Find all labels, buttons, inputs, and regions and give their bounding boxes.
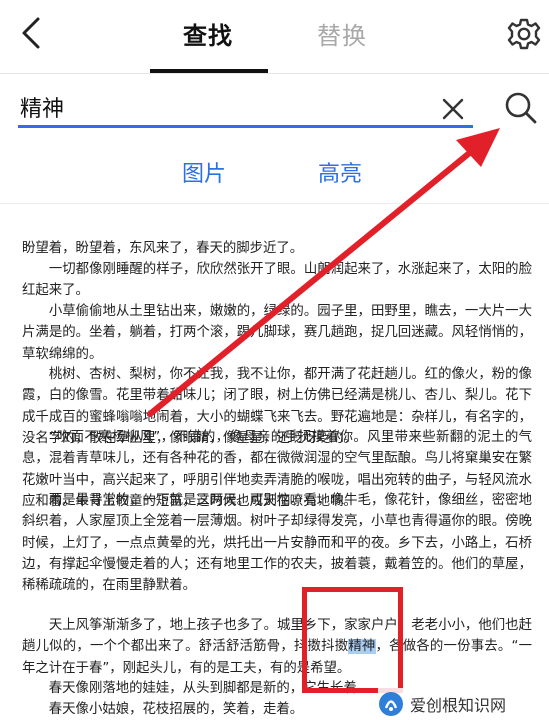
back-arrow-icon	[22, 17, 40, 49]
search-row	[0, 76, 549, 136]
image-option[interactable]: 图片	[182, 156, 226, 188]
paragraph: 盼望着，盼望着，东风来了，春天的脚步近了。	[22, 241, 304, 256]
document-content: 盼望着，盼望着，东风来了，春天的脚步近了。 一切都像刚睡醒的样子，欣欣然张开了眼…	[0, 210, 549, 720]
search-button[interactable]	[503, 90, 539, 126]
paragraph: 天上风筝渐渐多了，地上孩子也多了。城里乡下，家家户户，老老小小，他们也赶趟儿似的…	[22, 615, 532, 679]
watermark-text: 爱创根知识网	[410, 696, 507, 715]
paragraph: 一切都像刚睡醒的样子，欣欣然张开了眼。山朗润起来了，水涨起来了，太阳的脸红起来了…	[22, 262, 532, 299]
search-options: 图片 高亮	[0, 140, 549, 204]
highlight-option[interactable]: 高亮	[318, 156, 362, 188]
clear-icon	[442, 98, 464, 120]
search-icon	[505, 92, 537, 124]
search-input[interactable]	[18, 88, 473, 128]
gear-icon	[507, 18, 541, 50]
back-button[interactable]	[14, 14, 48, 52]
watermark-logo-icon	[379, 692, 403, 716]
annotation-box	[302, 587, 403, 693]
settings-button[interactable]	[506, 16, 542, 52]
paragraph: 雨是最寻常的，一下就是三两天。可别恼。看，像牛毛，像花针，像细丝，密密地斜织着，…	[22, 493, 532, 594]
tab-find[interactable]: 查找	[183, 16, 233, 51]
clear-button[interactable]	[440, 96, 466, 122]
paragraph: 小草偷偷地从土里钻出来，嫩嫩的，绿绿的。园子里，田野里，瞧去，一大片一大片满是的…	[22, 304, 532, 362]
watermark: 爱创根知识网	[378, 688, 549, 720]
top-bar: 查找 替换	[0, 0, 549, 74]
active-tab-indicator	[150, 69, 268, 73]
tab-replace[interactable]: 替换	[317, 16, 367, 51]
